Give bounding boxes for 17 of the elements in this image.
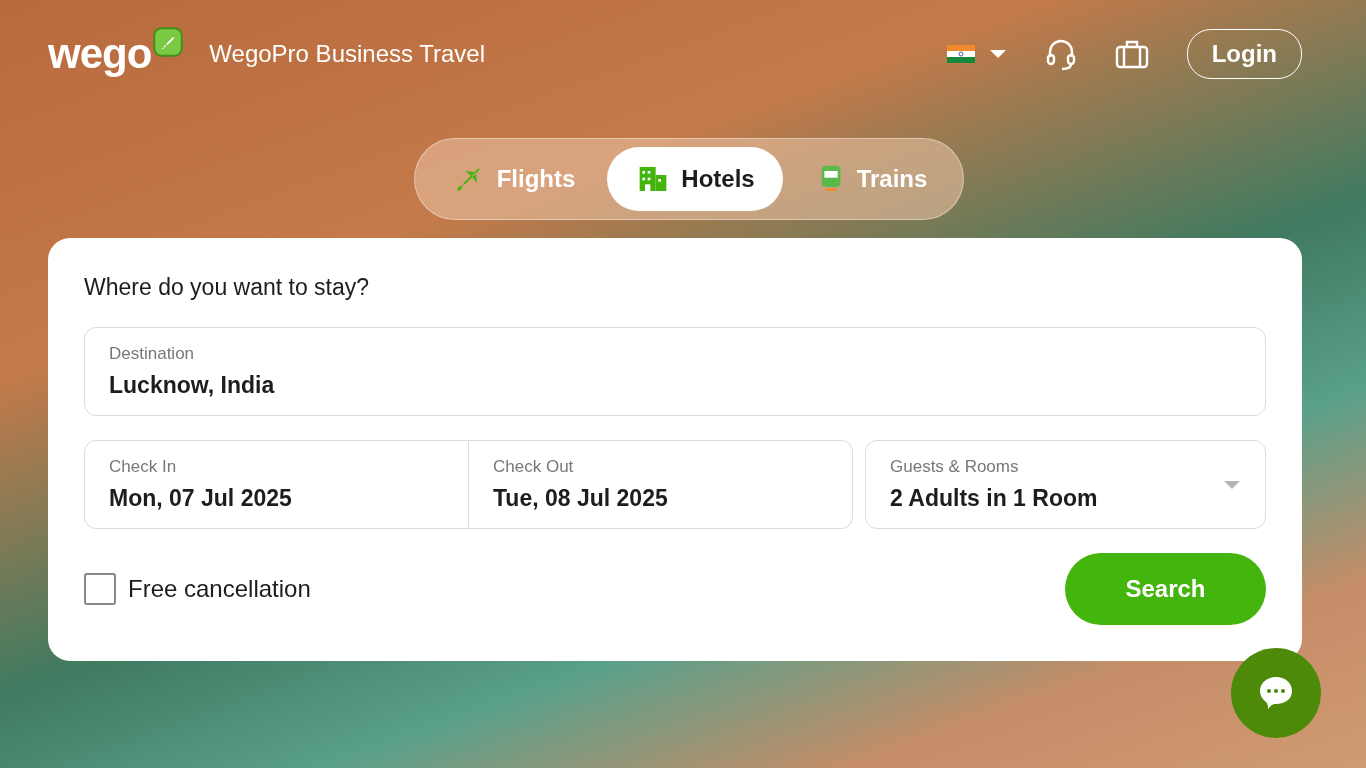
tab[interactable]: Hotels xyxy=(607,147,783,211)
logo-text[interactable]: wego xyxy=(48,30,152,78)
form-heading: Where do you want to stay? xyxy=(84,274,371,301)
headset-icon[interactable] xyxy=(1044,37,1077,71)
check-out-field[interactable]: Check Out Tue, 08 Jul 2025 xyxy=(469,440,853,529)
check-in-field[interactable]: Check In Mon, 07 Jul 2025 xyxy=(84,440,469,529)
destination-field[interactable]: Destination Lucknow, India xyxy=(84,327,1266,416)
checkbox-label: Free cancellation xyxy=(128,575,311,603)
guests-field[interactable]: Guests & Rooms 2 Adults in 1 Room xyxy=(865,440,1266,529)
caret-icon xyxy=(988,49,1007,59)
country-selector[interactable] xyxy=(946,45,1007,63)
briefcase-icon[interactable] xyxy=(1114,39,1149,69)
checkbox[interactable] xyxy=(84,573,116,605)
caret-icon xyxy=(1223,479,1241,490)
login-button[interactable]: Login xyxy=(1186,29,1302,79)
tagline: WegoPro Business Travel xyxy=(209,40,486,68)
flag-icon xyxy=(946,45,975,63)
